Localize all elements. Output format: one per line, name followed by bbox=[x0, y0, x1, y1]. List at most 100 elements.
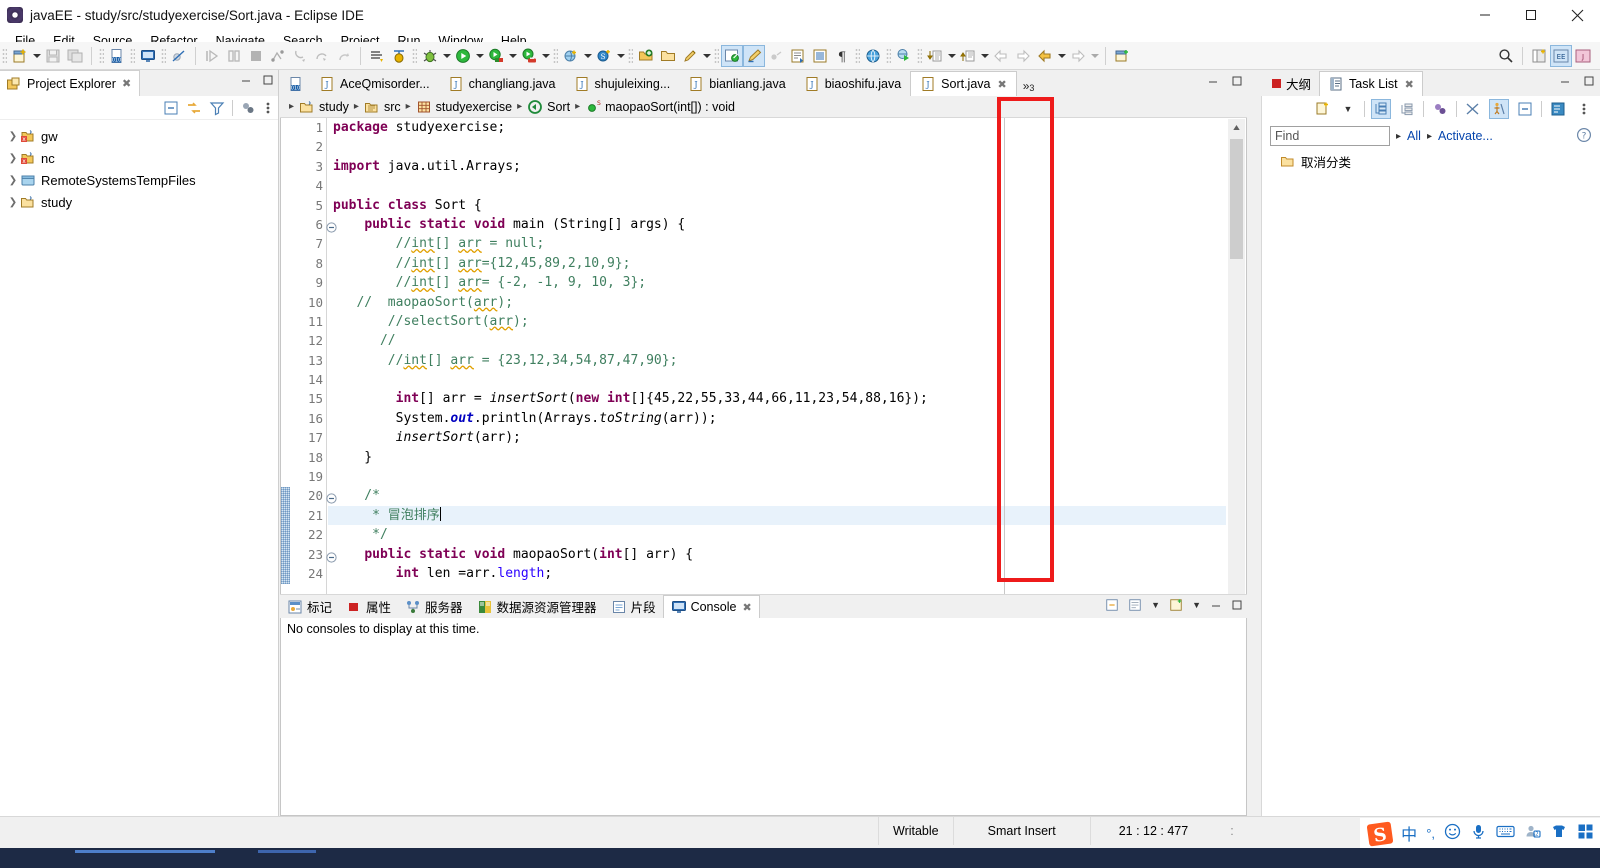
external-dropdown-arrow[interactable] bbox=[540, 45, 551, 67]
synchronize-icon[interactable] bbox=[1430, 99, 1450, 119]
breadcrumb-item-sort[interactable]: Sort bbox=[527, 99, 570, 115]
code-line[interactable]: /* bbox=[328, 486, 1226, 505]
toolbar-grip[interactable] bbox=[161, 47, 166, 64]
editor-tab-bianliang[interactable]: J bianliang.java bbox=[679, 71, 794, 96]
tab-properties[interactable]: 属性 bbox=[339, 595, 398, 618]
link-with-editor-icon[interactable] bbox=[186, 100, 202, 116]
new-java-class-icon[interactable]: 010 bbox=[106, 45, 128, 67]
pilcrow-icon[interactable]: ¶ bbox=[831, 45, 853, 67]
search-magnifier-icon[interactable] bbox=[1495, 45, 1517, 67]
tab-data-source-explorer[interactable]: 数据源资源管理器 bbox=[470, 595, 604, 618]
minimize-icon[interactable] bbox=[1207, 75, 1219, 87]
minimize-icon[interactable] bbox=[240, 74, 252, 86]
editor-tab-sort[interactable]: J Sort.java ✖ bbox=[910, 71, 1017, 96]
server-dropdown-arrow[interactable] bbox=[582, 45, 593, 67]
filter-all-link[interactable]: All bbox=[1407, 129, 1421, 143]
breadcrumb-item-studyexercise[interactable]: studyexercise bbox=[416, 99, 512, 115]
show-ui-legend-icon[interactable] bbox=[1489, 99, 1509, 119]
breadcrumb-item-src[interactable]: src bbox=[364, 99, 401, 115]
code-line[interactable]: // bbox=[328, 331, 1226, 350]
debug-icon[interactable] bbox=[419, 45, 441, 67]
scheduled-presentation-icon[interactable] bbox=[1397, 99, 1417, 119]
maximize-icon[interactable] bbox=[262, 74, 274, 86]
toolbar-grip[interactable] bbox=[886, 47, 891, 64]
editor-tab-shujuleixing[interactable]: J shujuleixing... bbox=[565, 71, 680, 96]
back-declaration-dropdown-arrow[interactable] bbox=[979, 45, 990, 67]
chinese-input-icon[interactable]: 中 bbox=[1401, 821, 1417, 845]
code-line[interactable]: public static void maopaoSort(int[] arr)… bbox=[328, 545, 1226, 564]
code-line[interactable]: //selectSort(arr); bbox=[328, 312, 1226, 331]
new-dropdown-arrow[interactable] bbox=[31, 45, 42, 67]
toolbar-grip[interactable] bbox=[855, 47, 860, 64]
toolbar-grip[interactable] bbox=[130, 47, 135, 64]
perspective-open-icon[interactable] bbox=[1528, 45, 1550, 67]
tree-item-gw[interactable]: ❯ x gw bbox=[0, 125, 278, 147]
tree-item-study[interactable]: ❯ study bbox=[0, 191, 278, 213]
editor-tab-changliang[interactable]: J changliang.java bbox=[439, 71, 565, 96]
run-external-icon[interactable] bbox=[518, 45, 540, 67]
breadcrumb-item-study[interactable]: study bbox=[299, 99, 349, 115]
minimize-icon[interactable] bbox=[1210, 599, 1222, 611]
code-line[interactable]: //int[] arr = {23,12,34,54,87,47,90}; bbox=[328, 351, 1226, 370]
sogou-logo-icon[interactable]: S bbox=[1366, 820, 1394, 847]
back-to-declaration-icon[interactable] bbox=[957, 45, 979, 67]
forward-history-arrow[interactable] bbox=[1089, 45, 1100, 67]
categorized-presentation-icon[interactable] bbox=[1371, 99, 1391, 119]
collapse-all-icon[interactable] bbox=[1515, 99, 1535, 119]
user-account-icon[interactable]: 2 bbox=[1524, 823, 1541, 843]
debug-dropdown-arrow[interactable] bbox=[441, 45, 452, 67]
tab-project-explorer[interactable]: Project Explorer ✖ bbox=[0, 70, 141, 96]
minimize-icon[interactable] bbox=[1559, 75, 1571, 87]
toolbar-grip[interactable] bbox=[628, 47, 633, 64]
run-icon[interactable] bbox=[452, 45, 474, 67]
pencil-icon[interactable] bbox=[679, 45, 701, 67]
code-line[interactable]: insertSort(arr); bbox=[328, 428, 1226, 447]
chevron-right-icon[interactable]: ❯ bbox=[6, 175, 20, 186]
code-line[interactable]: public static void main (String[] args) … bbox=[328, 215, 1226, 234]
toggle-mark-occurrences-icon[interactable] bbox=[721, 44, 743, 67]
coverage-dropdown-arrow[interactable] bbox=[507, 45, 518, 67]
scroll-up-arrow-icon[interactable] bbox=[1228, 119, 1245, 136]
back-history-icon[interactable] bbox=[1034, 45, 1056, 67]
focus-on-workweek-icon[interactable] bbox=[1463, 99, 1483, 119]
open-console-icon[interactable] bbox=[137, 45, 159, 67]
maximize-icon[interactable] bbox=[1231, 75, 1243, 87]
microphone-icon[interactable] bbox=[1470, 823, 1487, 843]
code-line[interactable]: //int[] arr= {-2, -1, 9, 10, 3}; bbox=[328, 273, 1226, 292]
run-coverage-icon[interactable] bbox=[485, 45, 507, 67]
toolbar-grip[interactable] bbox=[2, 47, 7, 64]
external-tools-icon[interactable] bbox=[893, 45, 915, 67]
browser-icon[interactable] bbox=[862, 45, 884, 67]
code-line[interactable]: //int[] arr={12,45,89,2,10,9}; bbox=[328, 254, 1226, 273]
toolbar-grip[interactable] bbox=[714, 47, 719, 64]
tab-outline[interactable]: 大纲 bbox=[1264, 71, 1319, 96]
toolbar-grip[interactable] bbox=[99, 47, 104, 64]
search-input[interactable]: Find bbox=[1270, 126, 1390, 146]
open-type-icon[interactable] bbox=[635, 45, 657, 67]
tab-servers[interactable]: 服务器 bbox=[398, 595, 470, 618]
close-icon[interactable]: ✖ bbox=[742, 601, 751, 614]
maximize-icon[interactable] bbox=[1583, 75, 1595, 87]
perspective-javaee-icon[interactable]: EE bbox=[1550, 44, 1572, 67]
scrollbar-thumb[interactable] bbox=[1230, 139, 1243, 259]
punctuation-icon[interactable]: °, bbox=[1426, 826, 1435, 841]
debug-last-icon[interactable] bbox=[388, 45, 410, 67]
skip-all-breakpoints-icon[interactable] bbox=[366, 45, 388, 67]
code-line[interactable]: package studyexercise; bbox=[328, 118, 1226, 137]
perspective-java-icon[interactable]: J bbox=[1572, 45, 1594, 67]
maximize-icon[interactable] bbox=[1508, 0, 1554, 30]
close-icon[interactable]: ✖ bbox=[998, 78, 1007, 91]
activate-link[interactable]: Activate... bbox=[1438, 129, 1493, 143]
display-selected-console-icon[interactable] bbox=[1128, 598, 1142, 612]
keyboard-icon[interactable] bbox=[1496, 824, 1515, 842]
new-editor-icon[interactable] bbox=[1111, 45, 1133, 67]
tab-console[interactable]: Console ✖ bbox=[662, 595, 760, 618]
console-dropdown-arrow[interactable]: ▼ bbox=[1192, 600, 1201, 610]
code-line[interactable] bbox=[328, 137, 1226, 156]
code-line[interactable]: * 冒泡排序 bbox=[328, 505, 1226, 526]
code-line[interactable]: int[] arr = insertSort(new int[]{45,22,5… bbox=[328, 389, 1226, 408]
tree-item-remotesystemstempfiles[interactable]: ❯ RemoteSystemsTempFiles bbox=[0, 169, 278, 191]
code-line[interactable]: public class Sort { bbox=[328, 196, 1226, 215]
declaration-dropdown-arrow[interactable] bbox=[946, 45, 957, 67]
code-line[interactable] bbox=[328, 467, 1226, 486]
